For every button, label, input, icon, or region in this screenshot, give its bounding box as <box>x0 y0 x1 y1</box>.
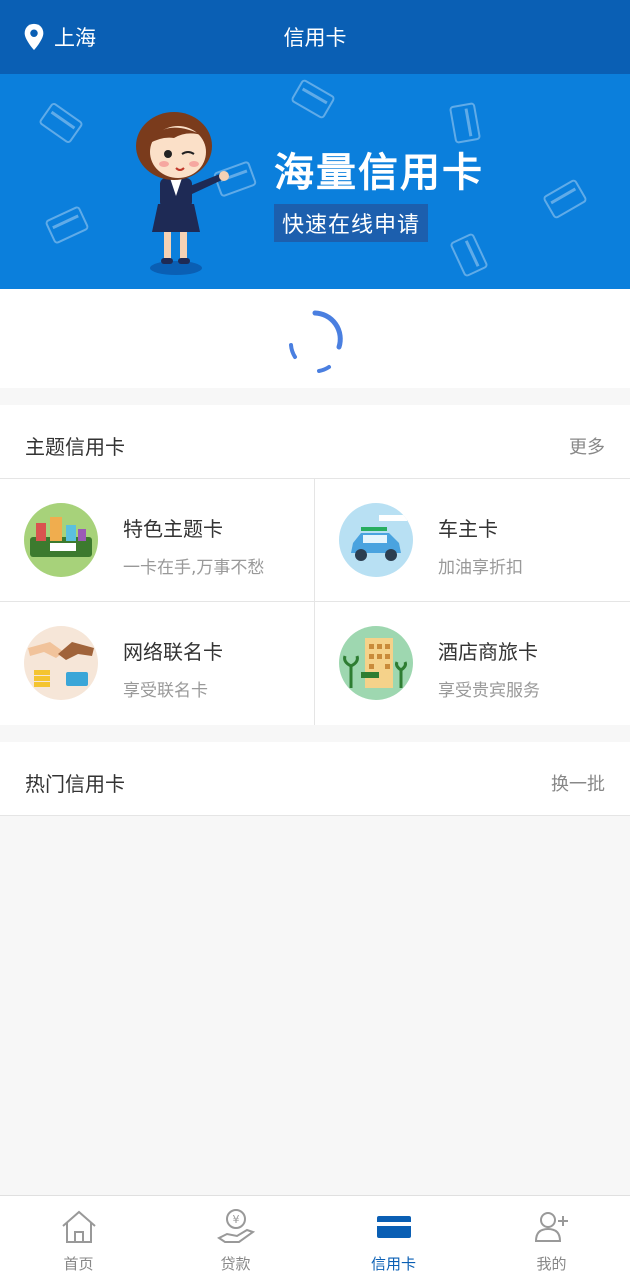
user-add-icon <box>534 1212 568 1242</box>
card-name: 车主卡 <box>438 517 498 541</box>
bottom-tab-bar: 首页 ¥ 贷款 信用卡 我的 <box>0 1195 630 1280</box>
hot-cards-header: 热门信用卡 换一批 <box>0 742 630 816</box>
page-title: 信用卡 <box>283 26 347 50</box>
theme-cards-grid: 特色主题卡 一卡在手,万事不愁 车主卡 加油享折扣 网络联名卡 享受联名卡 酒店… <box>0 479 630 725</box>
tab-credit-card[interactable]: 信用卡 <box>315 1196 472 1280</box>
card-decoration-icon <box>448 102 482 144</box>
tab-loan[interactable]: ¥ 贷款 <box>157 1196 314 1280</box>
tab-label: 首页 <box>63 1255 94 1273</box>
refresh-batch-link[interactable]: 换一批 <box>551 770 605 796</box>
card-desc: 一卡在手,万事不愁 <box>123 558 265 578</box>
tab-label: 我的 <box>536 1255 567 1273</box>
tab-label: 贷款 <box>220 1255 251 1273</box>
credit-card-icon <box>377 1216 411 1238</box>
home-icon <box>62 1210 96 1243</box>
card-decoration-icon <box>449 232 489 278</box>
grid-divider <box>314 479 315 725</box>
banner-subheadline: 快速在线申请 <box>274 204 429 242</box>
top-header: 上海 信用卡 <box>0 0 630 74</box>
more-link[interactable]: 更多 <box>569 433 605 459</box>
card-decoration-icon <box>37 101 85 145</box>
card-name: 酒店商旅卡 <box>438 640 538 664</box>
tab-home[interactable]: 首页 <box>0 1196 157 1280</box>
hotel-icon <box>339 626 413 700</box>
tab-label: 信用卡 <box>370 1255 416 1273</box>
section-title: 主题信用卡 <box>25 435 125 459</box>
card-desc: 享受联名卡 <box>123 681 208 701</box>
banner-headline: 海量信用卡 <box>274 150 484 196</box>
loan-hand-icon: ¥ <box>217 1209 255 1243</box>
tab-mine[interactable]: 我的 <box>473 1196 630 1280</box>
mascot-girl-illustration <box>136 112 229 275</box>
card-name: 网络联名卡 <box>123 640 223 664</box>
svg-text:¥: ¥ <box>233 1213 240 1226</box>
grid-divider <box>0 601 630 602</box>
loading-spinner-icon <box>289 310 343 373</box>
card-decoration-icon <box>44 205 90 245</box>
city-card-icon <box>24 503 98 577</box>
section-title: 热门信用卡 <box>25 772 125 796</box>
card-category-cobrand[interactable]: 网络联名卡 享受联名卡 <box>0 602 315 725</box>
card-category-car-owner[interactable]: 车主卡 加油享折扣 <box>315 479 630 602</box>
card-desc: 加油享折扣 <box>438 558 523 578</box>
hot-cards-list <box>0 816 630 1195</box>
card-desc: 享受贵宾服务 <box>438 681 540 701</box>
card-name: 特色主题卡 <box>123 517 223 541</box>
theme-cards-header: 主题信用卡 更多 <box>0 405 630 479</box>
handshake-icon <box>24 626 98 700</box>
card-category-hotel-travel[interactable]: 酒店商旅卡 享受贵宾服务 <box>315 602 630 725</box>
card-category-featured[interactable]: 特色主题卡 一卡在手,万事不愁 <box>0 479 315 602</box>
card-decoration-icon <box>542 178 588 220</box>
promo-banner[interactable]: 海量信用卡 快速在线申请 <box>0 74 630 289</box>
loading-area <box>0 289 630 388</box>
card-decoration-icon <box>290 78 336 120</box>
car-icon <box>339 503 413 577</box>
